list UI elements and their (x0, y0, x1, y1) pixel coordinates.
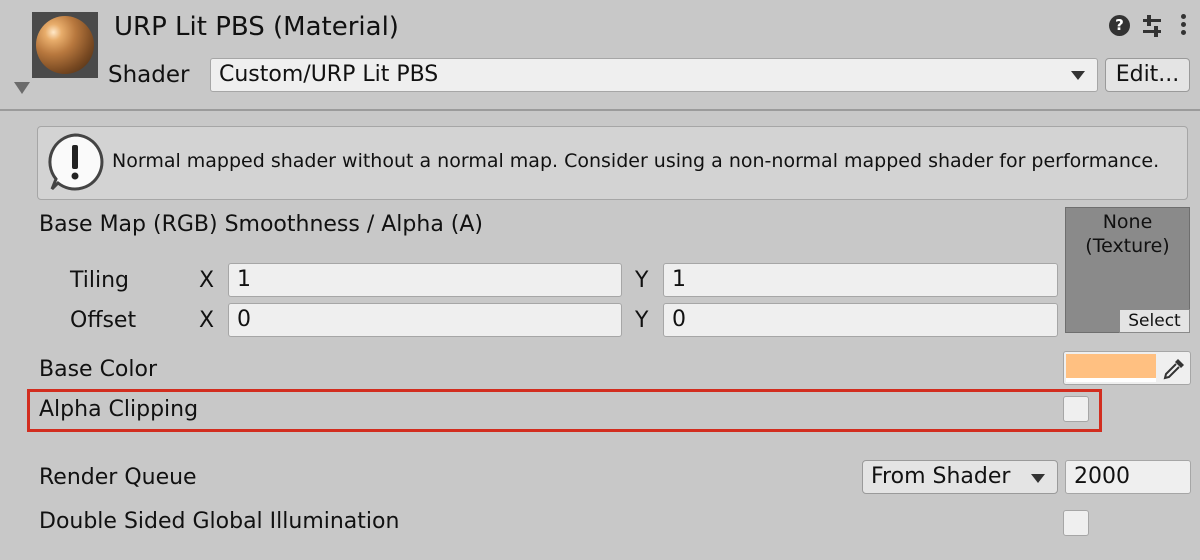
base-map-label: Base Map (RGB) Smoothness / Alpha (A) (39, 212, 484, 237)
foldout-arrow-icon[interactable] (14, 82, 30, 94)
more-options-icon[interactable] (1178, 14, 1188, 38)
material-preview-thumbnail (32, 12, 98, 78)
alpha-clipping-checkbox[interactable] (1063, 396, 1089, 422)
texture-select-button[interactable]: Select (1119, 309, 1190, 333)
offset-label: Offset (70, 308, 137, 333)
color-swatch[interactable] (1066, 354, 1156, 378)
render-queue-mode: From Shader (871, 464, 1011, 489)
shader-label: Shader (108, 62, 190, 88)
tiling-y-field[interactable]: 1 (663, 263, 1058, 297)
tiling-x-label: X (199, 268, 215, 293)
help-icon[interactable]: ? (1109, 15, 1130, 36)
alpha-clipping-label: Alpha Clipping (39, 397, 199, 422)
render-queue-label: Render Queue (39, 465, 197, 490)
tiling-label: Tiling (70, 268, 130, 293)
material-sphere-preview (36, 16, 94, 74)
offset-y-field[interactable]: 0 (663, 303, 1058, 337)
tiling-y-label: Y (635, 268, 649, 293)
texture-none-text: None (1102, 211, 1153, 233)
shader-dropdown-value: Custom/URP Lit PBS (219, 62, 439, 87)
base-color-field[interactable] (1063, 351, 1191, 385)
offset-x-label: X (199, 308, 215, 333)
header-divider (0, 109, 1200, 111)
render-queue-value-field[interactable]: 2000 (1065, 460, 1191, 494)
eyedropper-icon[interactable] (1160, 355, 1188, 383)
double-sided-gi-label: Double Sided Global Illumination (39, 509, 400, 534)
alpha-bar (1066, 378, 1156, 382)
render-queue-dropdown[interactable]: From Shader (862, 460, 1058, 494)
base-color-label: Base Color (39, 357, 158, 382)
presets-icon[interactable] (1141, 14, 1163, 38)
chevron-down-icon (1031, 474, 1045, 483)
texture-type-text: (Texture) (1085, 235, 1170, 257)
material-title: URP Lit PBS (Material) (114, 12, 399, 42)
double-sided-gi-checkbox[interactable] (1063, 510, 1089, 536)
offset-y-label: Y (635, 308, 649, 333)
texture-slot-label: None (Texture) (1065, 210, 1190, 258)
edit-shader-button[interactable]: Edit... (1105, 58, 1190, 92)
tiling-x-field[interactable]: 1 (228, 263, 622, 297)
warning-message: Normal mapped shader without a normal ma… (112, 150, 1160, 172)
warning-icon (48, 133, 104, 191)
chevron-down-icon (1071, 71, 1085, 80)
offset-x-field[interactable]: 0 (228, 303, 622, 337)
shader-dropdown[interactable]: Custom/URP Lit PBS (210, 58, 1098, 92)
